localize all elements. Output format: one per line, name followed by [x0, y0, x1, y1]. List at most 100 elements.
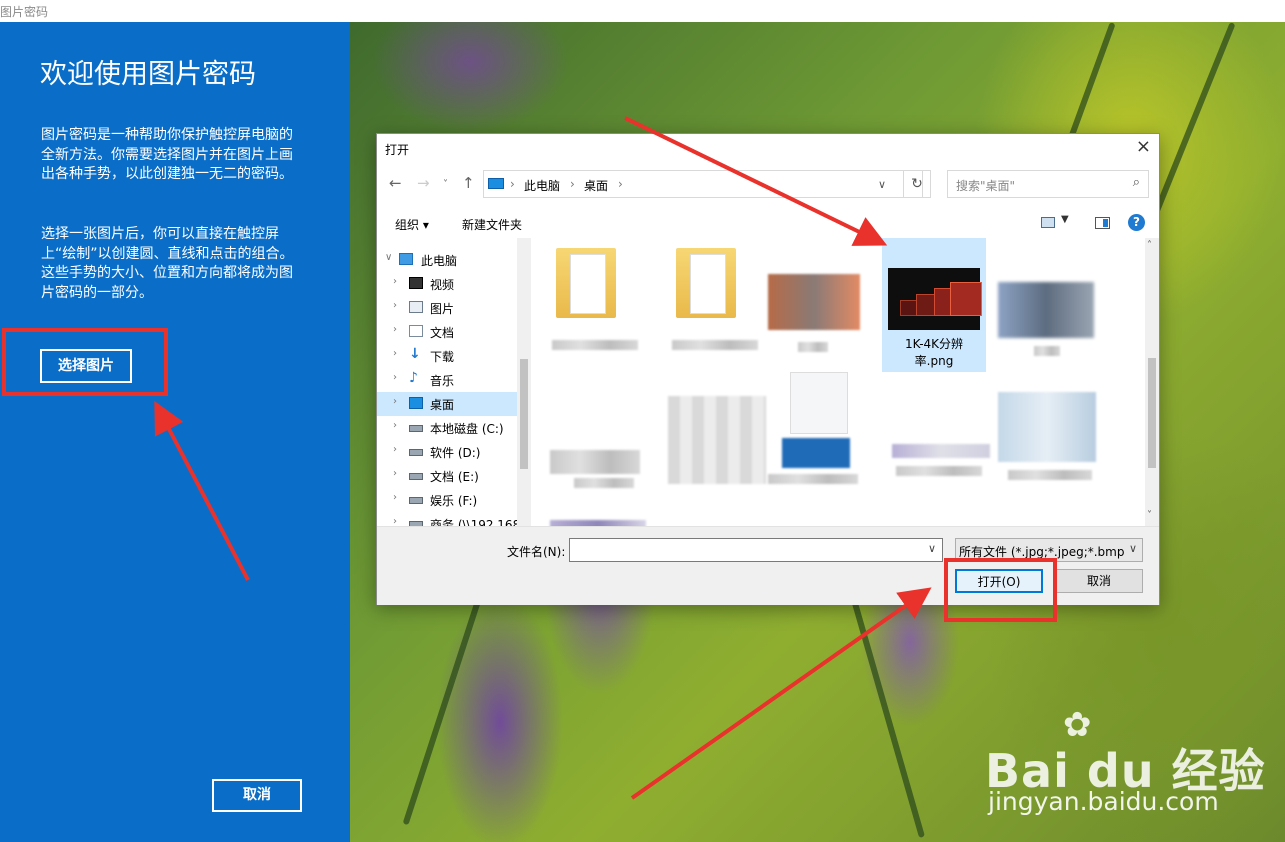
tree-item-label: 桌面 [430, 398, 455, 412]
window-title: 图片密码 [0, 5, 49, 19]
tree-item-label: 文档 (E:) [430, 470, 479, 484]
chevron-down-icon[interactable]: ∨ [1129, 542, 1137, 555]
tree-item-this-pc[interactable]: ∨ 此电脑 [377, 248, 517, 272]
file-item[interactable] [654, 238, 758, 366]
expand-icon[interactable]: › [393, 468, 397, 479]
document-thumbnail [790, 372, 848, 434]
cancel-button[interactable]: 取消 [212, 779, 302, 812]
drive-icon [409, 449, 423, 456]
dialog-title: 打开 [385, 143, 410, 157]
recent-locations-icon[interactable]: ˅ [443, 179, 448, 190]
tree-item-music[interactable]: › ♪ 音乐 [377, 368, 517, 392]
file-item[interactable] [768, 238, 868, 366]
expand-icon[interactable]: ∨ [385, 252, 392, 263]
close-icon[interactable]: × [1136, 136, 1151, 157]
tree-item-label: 本地磁盘 (C:) [430, 422, 504, 436]
file-item[interactable] [534, 238, 638, 366]
tree-item-drive-e[interactable]: › 文档 (E:) [377, 464, 517, 488]
forward-arrow-icon[interactable]: → [417, 174, 430, 192]
file-item[interactable] [998, 238, 1098, 366]
scroll-up-icon[interactable]: ˄ [1147, 240, 1152, 251]
chevron-down-icon[interactable]: ▼ [1061, 214, 1069, 225]
expand-icon[interactable]: › [393, 324, 397, 335]
page-title: 欢迎使用图片密码 [40, 59, 256, 90]
search-input[interactable]: 搜索"桌面" ⌕ [947, 170, 1149, 198]
up-arrow-icon[interactable]: ↑ [462, 174, 475, 192]
new-folder-button[interactable]: 新建文件夹 [462, 216, 522, 233]
window-titlebar: 图片密码 [0, 0, 1285, 22]
address-dropdown-icon[interactable]: ∨ [878, 178, 886, 191]
tree-item-label: 文档 [430, 326, 455, 340]
file-item[interactable] [882, 386, 990, 514]
expand-icon[interactable]: › [393, 276, 397, 287]
expand-icon[interactable]: › [393, 444, 397, 455]
expand-icon[interactable]: › [393, 420, 397, 431]
tree-item-drive-d[interactable]: › 软件 (D:) [377, 440, 517, 464]
back-arrow-icon[interactable]: ← [389, 174, 402, 192]
expand-icon[interactable]: › [393, 300, 397, 311]
refresh-icon[interactable]: ↻ [903, 170, 931, 198]
breadcrumb-item[interactable]: 此电脑 [524, 177, 560, 194]
tree-item-drive-c[interactable]: › 本地磁盘 (C:) [377, 416, 517, 440]
image-thumbnail [782, 438, 850, 468]
tree-item-label: 此电脑 [421, 254, 458, 268]
folder-icon [676, 248, 736, 318]
tree-scrollbar-thumb[interactable] [520, 359, 528, 469]
scrollbar-thumb[interactable] [1148, 358, 1156, 468]
drive-icon [409, 497, 423, 504]
dialog-toolbar: 组织 ▾ 新建文件夹 ▼ ? [377, 208, 1159, 238]
pc-icon [399, 253, 413, 265]
search-icon: ⌕ [1132, 175, 1140, 190]
file-item[interactable] [998, 386, 1098, 514]
open-file-dialog: 打开 × ← → ˅ ↑ › 此电脑 › 桌面 › ∨ ↻ 搜索"桌面" ⌕ 组… [376, 133, 1160, 605]
help-icon[interactable]: ? [1128, 214, 1145, 231]
breadcrumb-separator-icon: › [618, 177, 623, 191]
tree-item-desktop[interactable]: › 桌面 [377, 392, 517, 416]
navigation-tree: ∨ 此电脑 › 视频 › 图片 › 文档 › ↓ 下载 › ♪ 音乐 › 桌面 … [377, 238, 528, 526]
breadcrumb-separator-icon: › [510, 177, 515, 191]
folder-icon [556, 248, 616, 318]
drive-icon [409, 473, 423, 480]
selected-file-item[interactable]: 1K-4K分辨率.png [882, 238, 986, 372]
documents-icon [409, 325, 423, 337]
file-item[interactable] [654, 386, 766, 514]
file-item[interactable] [768, 372, 868, 514]
dialog-cancel-button[interactable]: 取消 [1055, 569, 1143, 593]
address-bar[interactable]: › 此电脑 › 桌面 › ∨ [483, 170, 923, 198]
tree-item-label: 软件 (D:) [430, 446, 481, 460]
video-icon [409, 277, 423, 289]
tree-item-pictures[interactable]: › 图片 [377, 296, 517, 320]
chevron-down-icon[interactable]: ∨ [928, 542, 936, 555]
expand-icon[interactable]: › [393, 372, 397, 383]
tree-item-label: 视频 [430, 278, 455, 292]
tree-item-label: 商务 (\\192.168 [430, 518, 521, 526]
search-placeholder: 搜索"桌面" [956, 179, 1016, 193]
tree-item-label: 音乐 [430, 374, 455, 388]
image-thumbnail [768, 274, 860, 330]
view-options-icon[interactable] [1041, 217, 1055, 228]
image-thumbnail [888, 268, 982, 330]
expand-icon[interactable]: › [393, 396, 397, 407]
drive-icon [409, 425, 423, 432]
file-list-scrollbar[interactable]: ˄ ˅ [1145, 238, 1159, 526]
tree-item-network-drive[interactable]: › 商务 (\\192.168 [377, 512, 521, 526]
file-list: 1K-4K分辨率.png [532, 238, 1145, 526]
tree-item-documents[interactable]: › 文档 [377, 320, 517, 344]
breadcrumb-separator-icon: › [570, 177, 575, 191]
expand-icon[interactable]: › [393, 348, 397, 359]
preview-pane-icon[interactable] [1095, 217, 1110, 229]
scroll-down-icon[interactable]: ˅ [1147, 510, 1152, 521]
file-item[interactable] [534, 386, 640, 514]
expand-icon[interactable]: › [393, 492, 397, 503]
breadcrumb-item[interactable]: 桌面 [584, 177, 608, 194]
watermark-url: jingyan.baidu.com [988, 787, 1219, 816]
tree-item-downloads[interactable]: › ↓ 下载 [377, 344, 517, 368]
organize-button[interactable]: 组织 ▾ [395, 216, 429, 233]
pictures-icon [409, 301, 423, 313]
expand-icon[interactable]: › [393, 516, 397, 526]
tree-item-videos[interactable]: › 视频 [377, 272, 517, 296]
choose-picture-button[interactable]: 选择图片 [40, 349, 132, 383]
filename-input[interactable]: ∨ [569, 538, 943, 562]
tree-item-label: 图片 [430, 302, 455, 316]
tree-item-drive-f[interactable]: › 娱乐 (F:) [377, 488, 517, 512]
